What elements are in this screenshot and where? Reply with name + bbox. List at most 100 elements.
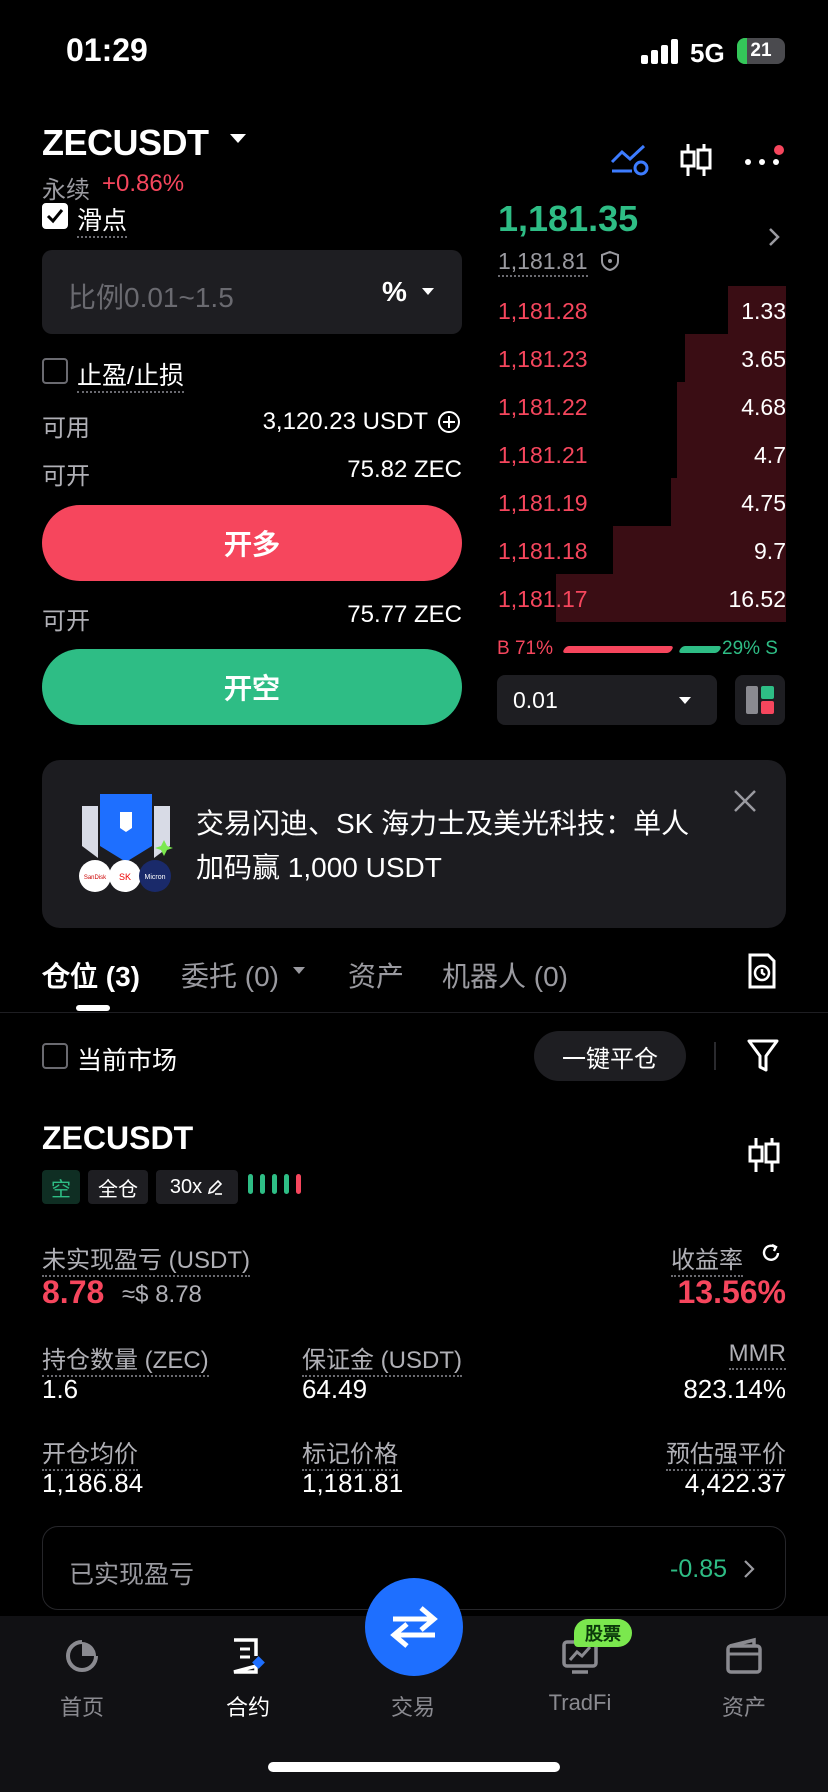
last-price: 1,181.35 [498,198,639,239]
mark-price-value: 1,181.81 [302,1468,404,1498]
svg-text:Micron: Micron [144,874,165,881]
mmr-value: 823.14% [683,1374,786,1404]
size-label: 持仓数量 (ZEC) [42,1340,209,1377]
buy-ratio: B 71% [497,638,553,659]
unrealized-pnl-label: 未实现盈亏 (USDT) [42,1240,250,1277]
open-short-label: 可开 [42,608,90,635]
ask-qty: 4.7 [754,442,786,468]
candlestick-icon[interactable] [746,1136,782,1174]
roe-label: 收益率 [671,1240,743,1277]
symbol-selector[interactable]: ZECUSDT [42,122,209,164]
ask-row[interactable]: 1,181.28 1.33 [498,286,786,334]
promo-banner[interactable]: SanDisk SK Micron 交易闪迪、SK 海力士及美光科技：单人加码赢… [42,760,786,928]
close-icon[interactable] [732,788,758,814]
signal-icon [641,38,679,64]
history-icon[interactable] [746,953,780,989]
ask-row[interactable]: 1,181.19 4.75 [498,478,786,526]
buy-ratio-bar [561,646,675,653]
roe-value: 13.56% [677,1274,786,1310]
shield-icon [600,250,620,272]
open-long-label: 可开 [42,463,90,490]
chevron-right-icon[interactable] [767,226,781,248]
ask-row[interactable]: 1,181.17 16.52 [498,574,786,622]
divider [714,1042,716,1070]
margin-label: 保证金 (USDT) [302,1340,462,1377]
edit-icon [208,1179,223,1195]
tab-bots[interactable]: 机器人 (0) [442,955,568,995]
ask-price: 1,181.22 [498,394,588,420]
ask-price: 1,181.21 [498,442,588,468]
margin-mode-tag[interactable]: 全仓 [88,1170,148,1204]
realized-pnl-label: 已实现盈亏 [69,1561,195,1589]
liq-price-label: 预估强平价 [560,1434,786,1471]
slippage-label[interactable]: 滑点 [77,201,128,238]
tab-orders[interactable]: 委托 (0) [181,955,279,995]
current-market-label[interactable]: 当前市场 [77,1041,177,1077]
tpsl-label[interactable]: 止盈/止损 [77,356,184,393]
unrealized-pnl-usd: ≈$ 8.78 [122,1281,202,1308]
candlestick-icon[interactable] [676,140,716,180]
refresh-icon[interactable] [760,1242,784,1266]
unrealized-pnl: 8.78 [42,1274,105,1310]
price-change: +0.86% [102,170,185,197]
chevron-down-icon[interactable] [422,288,434,295]
tab-assets[interactable]: 资产 [348,955,404,995]
liq-price-value: 4,422.37 [684,1468,786,1498]
nav-tradfi[interactable]: TradFi [520,1690,640,1716]
ratio-input[interactable]: 比例0.01~1.5 % [42,250,462,334]
chevron-down-icon[interactable] [230,134,246,143]
ask-qty: 3.65 [741,346,786,372]
battery-level: 21 [750,40,772,61]
ask-qty: 9.7 [754,538,786,564]
wallet-icon[interactable] [684,1632,804,1680]
close-all-button[interactable]: 一键平仓 [534,1031,686,1081]
ask-row[interactable]: 1,181.22 4.68 [498,382,786,430]
filter-icon[interactable] [747,1038,781,1074]
margin-value: 64.49 [302,1374,368,1404]
ask-price: 1,181.19 [498,490,588,516]
home-indicator [268,1762,560,1772]
open-short-button[interactable]: 开空 [42,649,462,725]
ask-row[interactable]: 1,181.23 3.65 [498,334,786,382]
mark-price: 1,181.81 [498,248,588,277]
chevron-down-icon[interactable] [293,967,305,974]
mmr-label: MMR [600,1340,786,1370]
realized-pnl-value: -0.85 [670,1555,727,1583]
leverage-tag[interactable]: 30x [156,1170,238,1204]
swap-button[interactable] [365,1578,463,1676]
chevron-down-icon[interactable] [679,697,691,704]
available-label: 可用 [42,415,90,442]
status-time: 01:29 [66,32,148,68]
slippage-checkbox[interactable] [42,203,68,229]
nav-home[interactable]: 首页 [22,1690,142,1722]
position-side-tag: 空 [42,1170,80,1204]
add-funds-icon[interactable] [436,409,462,435]
depth-precision-value: 0.01 [513,687,558,713]
ask-row[interactable]: 1,181.21 4.7 [498,430,786,478]
chart-settings-icon[interactable] [608,140,652,178]
home-icon[interactable] [22,1632,142,1680]
tpsl-checkbox[interactable] [42,358,68,384]
leverage-value: 30x [169,1175,203,1198]
contract-icon[interactable] [188,1632,308,1680]
swap-icon [390,1606,438,1648]
sell-ratio-bar [677,646,723,653]
entry-price-label: 开仓均价 [42,1434,138,1471]
open-long-button[interactable]: 开多 [42,505,462,581]
book-layout-button[interactable] [735,675,785,725]
more-icon[interactable] [742,145,786,175]
depth-precision-select[interactable]: 0.01 [497,675,717,725]
ask-row[interactable]: 1,181.18 9.7 [498,526,786,574]
nav-assets[interactable]: 资产 [684,1690,804,1722]
nav-contract[interactable]: 合约 [188,1690,308,1722]
size-value: 1.6 [42,1374,79,1404]
current-market-checkbox[interactable] [42,1043,68,1069]
tab-positions[interactable]: 仓位 (3) [42,955,140,995]
chevron-right-icon [744,1560,755,1578]
open-short-value: 75.77 ZEC [347,601,462,628]
svg-text:SanDisk: SanDisk [84,875,107,881]
ratio-unit-select[interactable]: % [382,276,407,308]
network-label: 5G [690,38,725,68]
nav-trade[interactable]: 交易 [353,1690,473,1722]
position-symbol[interactable]: ZECUSDT [42,1120,193,1157]
